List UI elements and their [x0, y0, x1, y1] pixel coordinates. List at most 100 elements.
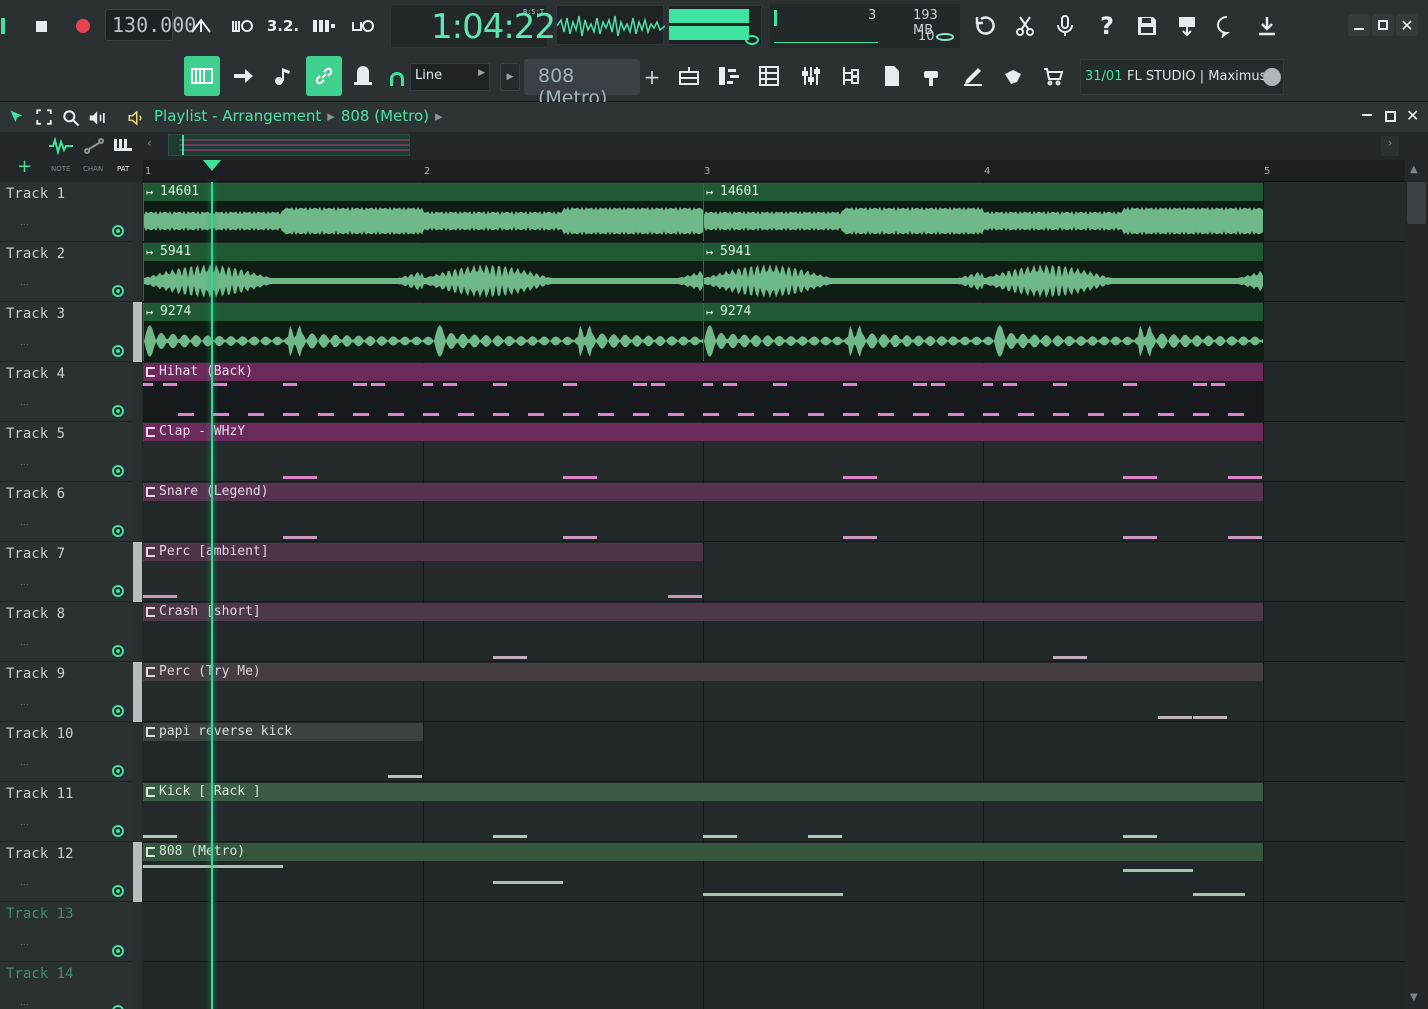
playlist-view-button[interactable]	[184, 56, 220, 96]
countdown-button[interactable]: 3.2.	[266, 9, 300, 43]
pattern-clip-perc-ambient[interactable]: Perc [ambient]	[143, 543, 703, 601]
snap-select[interactable]: Line ▶	[410, 63, 490, 91]
track-grip[interactable]	[133, 782, 142, 842]
track-grip-selected[interactable]	[133, 302, 142, 362]
track-header[interactable]: Track 3...	[0, 302, 133, 362]
track-header[interactable]: Track 6...	[0, 482, 133, 542]
track-grip-selected[interactable]	[133, 842, 142, 902]
step-edit-button[interactable]	[306, 9, 340, 43]
track-mute-led-icon[interactable]	[112, 345, 124, 357]
track-name[interactable]: Track 1	[6, 186, 65, 202]
track-name[interactable]: Track 12	[6, 846, 73, 862]
pattern-selector[interactable]: 808 (Metro)	[524, 59, 640, 109]
pattern-clip-808[interactable]: 808 (Metro)	[143, 843, 1263, 901]
track-grip[interactable]	[133, 902, 142, 962]
track-mute-led-icon[interactable]	[112, 525, 124, 537]
pattern-clip-hihat[interactable]: Hihat (Back)	[143, 363, 1263, 421]
track-grip[interactable]	[133, 722, 142, 782]
pattern-clip-crash[interactable]: Crash [short]	[143, 603, 1263, 661]
track-mute-led-icon[interactable]	[112, 285, 124, 297]
track-lane[interactable]	[143, 962, 1405, 1009]
piano-roll-button[interactable]	[712, 59, 746, 93]
pattern-clip-icon[interactable]	[113, 137, 133, 153]
audio-clip[interactable]: 9274 ↦	[703, 303, 1263, 361]
track-name[interactable]: Track 14	[6, 966, 73, 982]
help-button[interactable]: ?	[1090, 9, 1124, 43]
playhead[interactable]	[211, 182, 213, 1009]
track-mute-led-icon[interactable]	[112, 945, 124, 957]
globe-icon[interactable]	[1263, 68, 1281, 86]
pattern-clip-papi[interactable]: papi reverse kick	[143, 723, 423, 781]
metronome-button[interactable]	[184, 9, 218, 43]
track-header[interactable]: Track 4...	[0, 362, 133, 422]
browser-button[interactable]	[834, 59, 868, 93]
track-grip[interactable]	[133, 242, 142, 302]
pattern-clip-snare[interactable]: Snare (Legend)	[143, 483, 1263, 541]
track-grip[interactable]	[133, 422, 142, 482]
scrollbar-thumb[interactable]	[1407, 182, 1426, 224]
track-mute-led-icon[interactable]	[112, 885, 124, 897]
add-track-button[interactable]: +	[17, 156, 32, 177]
track-mute-led-icon[interactable]	[112, 465, 124, 477]
plugin-picker-button[interactable]	[914, 59, 948, 93]
track-name[interactable]: Track 2	[6, 246, 65, 262]
arrow-button[interactable]	[226, 59, 260, 93]
minimize-button[interactable]	[1348, 14, 1370, 36]
timeline-ruler[interactable]: 1 2 3 4 5	[143, 160, 1405, 182]
render-button[interactable]	[1170, 9, 1204, 43]
cursor-mode-icon[interactable]	[8, 108, 28, 128]
pattern-clip-clap[interactable]: Clap - WHzY	[143, 423, 1263, 481]
pattern-clip-kick[interactable]: Kick [ Rack ]	[143, 783, 1263, 841]
track-name[interactable]: Track 7	[6, 546, 65, 562]
pattern-prev-button[interactable]: ▶	[500, 63, 520, 91]
track-name[interactable]: Track 10	[6, 726, 73, 742]
tab-chan[interactable]: CHAN	[83, 165, 103, 173]
project-browser-button[interactable]	[874, 59, 908, 93]
track-mute-led-icon[interactable]	[112, 405, 124, 417]
track-name[interactable]: Track 8	[6, 606, 65, 622]
record-button[interactable]	[66, 9, 100, 43]
mixer-button[interactable]	[794, 59, 828, 93]
breadcrumb-pattern[interactable]: 808 (Metro)	[341, 107, 429, 125]
typing-keyboard-button[interactable]	[346, 59, 380, 93]
track-name[interactable]: Track 9	[6, 666, 65, 682]
track-header[interactable]: Track 11...	[0, 782, 133, 842]
arrangement-grid[interactable]: 14601 ↦ 14601 ↦ 5941 ↦ 5941 ↦ 9274 ↦ 9274 ↦ Hi…	[143, 182, 1405, 1009]
save-button[interactable]	[1130, 9, 1164, 43]
track-grip-selected[interactable]	[133, 542, 142, 602]
track-name[interactable]: Track 4	[6, 366, 65, 382]
track-grip[interactable]	[133, 602, 142, 662]
track-header[interactable]: Track 1...	[0, 182, 133, 242]
cut-button[interactable]	[1008, 9, 1042, 43]
audio-clip[interactable]: 14601 ↦	[703, 183, 1263, 241]
undo-button[interactable]	[968, 9, 1002, 43]
playhead-marker-icon[interactable]	[203, 160, 221, 171]
track-grip[interactable]	[133, 482, 142, 542]
song-time-display[interactable]: 1:04:22 B:S:T	[390, 4, 556, 48]
track-grip[interactable]	[133, 962, 142, 1009]
track-mute-led-icon[interactable]	[112, 1005, 124, 1009]
channel-rack-button[interactable]	[752, 59, 786, 93]
track-header[interactable]: Track 10...	[0, 722, 133, 782]
download-button[interactable]	[1250, 9, 1284, 43]
track-lane[interactable]	[143, 902, 1405, 962]
track-header[interactable]: Track 5...	[0, 422, 133, 482]
audio-clip[interactable]: 5941 ↦	[703, 243, 1263, 301]
link-button[interactable]	[306, 56, 342, 96]
audio-clip-icon[interactable]	[48, 137, 74, 155]
panel-minimize-icon[interactable]	[1362, 114, 1372, 116]
tab-pat[interactable]: PAT	[117, 165, 129, 173]
breadcrumb-playlist[interactable]: Playlist - Arrangement	[154, 107, 321, 125]
fullscreen-icon[interactable]	[35, 108, 53, 126]
track-header[interactable]: Track 2...	[0, 242, 133, 302]
audio-record-button[interactable]	[1048, 9, 1082, 43]
track-header[interactable]: Track 13...	[0, 902, 133, 962]
track-mute-led-icon[interactable]	[112, 645, 124, 657]
maximize-button[interactable]	[1372, 14, 1394, 36]
track-grip-selected[interactable]	[133, 662, 142, 722]
view-eye-icon[interactable]	[745, 35, 759, 45]
pattern-song-button[interactable]	[266, 59, 300, 93]
track-mute-led-icon[interactable]	[112, 585, 124, 597]
audio-clip[interactable]: 9274 ↦	[143, 303, 703, 361]
track-mute-led-icon[interactable]	[112, 705, 124, 717]
